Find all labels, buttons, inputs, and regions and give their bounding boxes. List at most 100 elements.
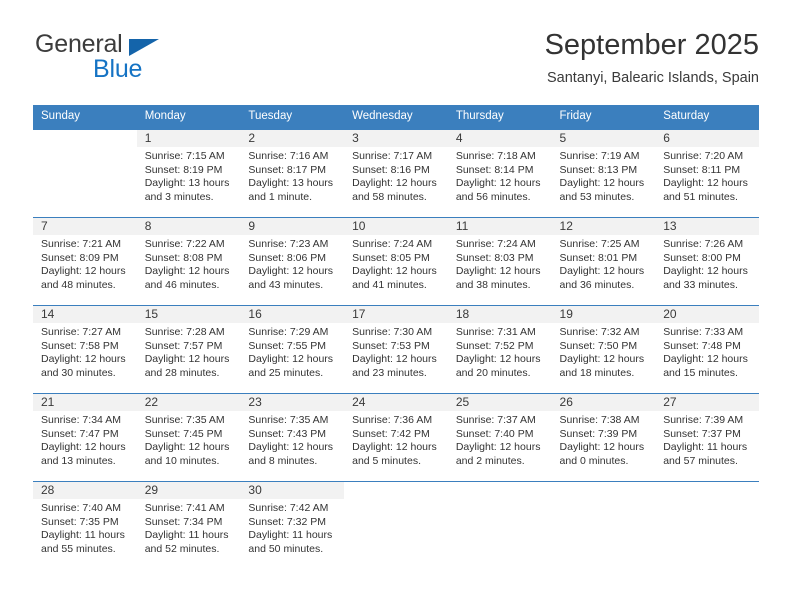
daylight-text-line2: and 5 minutes. [352, 454, 421, 467]
daylight-text-line2: and 0 minutes. [559, 454, 629, 467]
day-number [655, 482, 759, 499]
calendar-day-cell[interactable]: 1 Sunrise: 7:15 AM Sunset: 8:19 PM Daylight… [136, 129, 241, 205]
calendar-day-cell[interactable] [447, 481, 552, 560]
sunset-text: Sunset: 7:34 PM [144, 515, 223, 528]
calendar-day-cell[interactable] [344, 481, 448, 560]
brand-name-blue: Blue [93, 55, 143, 83]
daylight-text-line2: and 48 minutes. [41, 278, 116, 291]
calendar-day-cell[interactable]: 13 Sunrise: 7:26 AM Sunset: 8:00 PM Dayligh… [655, 217, 759, 293]
day-cell-details: Sunrise: 7:39 AM Sunset: 7:37 PM Daylight:… [655, 411, 759, 468]
calendar-day-cell[interactable]: 24 Sunrise: 7:36 AM Sunset: 7:42 PM Dayligh… [344, 393, 448, 469]
sunset-text: Sunset: 7:57 PM [144, 339, 223, 352]
sunset-text: Sunset: 7:45 PM [144, 427, 223, 440]
calendar-day-cell[interactable]: 18 Sunrise: 7:31 AM Sunset: 7:52 PM Dayligh… [447, 305, 552, 381]
calendar-header-row: Sunday Monday Tuesday Wednesday Thursday… [33, 105, 759, 130]
day-cell-details: Sunrise: 7:15 AM Sunset: 8:19 PM Daylight:… [137, 147, 241, 204]
day-cell-content: 24 Sunrise: 7:36 AM Sunset: 7:42 PM Dayligh… [344, 394, 448, 469]
day-cell-content: 23 Sunrise: 7:35 AM Sunset: 7:43 PM Dayligh… [240, 394, 345, 469]
calendar-day-cell[interactable]: 14 Sunrise: 7:27 AM Sunset: 7:58 PM Dayligh… [33, 305, 137, 381]
calendar-day-cell[interactable]: 30 Sunrise: 7:42 AM Sunset: 7:32 PM Dayligh… [240, 481, 345, 560]
day-number: 24 [344, 394, 448, 411]
weekday-header-tuesday: Tuesday [240, 105, 345, 130]
day-number: 16 [240, 306, 345, 323]
daylight-text-line2: and 1 minute. [248, 190, 313, 203]
sunrise-text: Sunrise: 7:41 AM [144, 502, 225, 514]
week-spacer-cell [33, 205, 759, 218]
sunset-text: Sunset: 8:00 PM [663, 251, 741, 264]
day-cell-content: 13 Sunrise: 7:26 AM Sunset: 8:00 PM Dayligh… [655, 218, 759, 293]
daylight-text-line1: Daylight: 12 hours [559, 177, 645, 190]
calendar-day-cell[interactable]: 26 Sunrise: 7:38 AM Sunset: 7:39 PM Dayligh… [551, 393, 656, 469]
day-cell-details: Sunrise: 7:33 AM Sunset: 7:48 PM Daylight:… [655, 323, 759, 380]
calendar-day-cell[interactable]: 25 Sunrise: 7:37 AM Sunset: 7:40 PM Dayligh… [447, 393, 552, 469]
calendar-day-cell[interactable]: 23 Sunrise: 7:35 AM Sunset: 7:43 PM Dayligh… [240, 393, 345, 469]
day-cell-content: 27 Sunrise: 7:39 AM Sunset: 7:37 PM Dayligh… [655, 394, 759, 469]
calendar-day-cell[interactable]: 10 Sunrise: 7:24 AM Sunset: 8:05 PM Dayligh… [344, 217, 448, 293]
calendar-day-cell[interactable]: 19 Sunrise: 7:32 AM Sunset: 7:50 PM Dayligh… [551, 305, 656, 381]
sunset-text: Sunset: 7:32 PM [248, 515, 327, 528]
daylight-text-line2: and 55 minutes. [41, 542, 116, 555]
calendar-day-cell[interactable]: 21 Sunrise: 7:34 AM Sunset: 7:47 PM Dayligh… [33, 393, 137, 469]
brand-logo[interactable]: General Blue [33, 28, 253, 86]
day-cell-details: Sunrise: 7:40 AM Sunset: 7:35 PM Daylight:… [33, 499, 137, 556]
calendar-day-cell[interactable]: 7 Sunrise: 7:21 AM Sunset: 8:09 PM Daylight… [33, 217, 137, 293]
calendar-day-cell[interactable] [655, 481, 759, 560]
day-cell-content: 18 Sunrise: 7:31 AM Sunset: 7:52 PM Dayligh… [447, 306, 552, 381]
daylight-text-line1: Daylight: 12 hours [455, 441, 541, 454]
day-cell-details: Sunrise: 7:25 AM Sunset: 8:01 PM Daylight:… [552, 235, 656, 292]
sunrise-text: Sunrise: 7:18 AM [455, 150, 536, 162]
day-cell-details: Sunrise: 7:23 AM Sunset: 8:06 PM Daylight:… [240, 235, 344, 292]
sunset-text: Sunset: 7:48 PM [663, 339, 741, 352]
sunset-text: Sunset: 8:13 PM [559, 163, 638, 176]
calendar-day-cell[interactable]: 17 Sunrise: 7:30 AM Sunset: 7:53 PM Dayligh… [344, 305, 448, 381]
day-number: 8 [136, 218, 241, 235]
calendar-week-row: 1 Sunrise: 7:15 AM Sunset: 8:19 PM Daylight… [33, 129, 759, 205]
calendar-day-cell[interactable]: 22 Sunrise: 7:35 AM Sunset: 7:45 PM Dayligh… [136, 393, 241, 469]
day-cell-details: Sunrise: 7:35 AM Sunset: 7:43 PM Daylight:… [240, 411, 344, 468]
weekday-header-row: Sunday Monday Tuesday Wednesday Thursday… [33, 105, 759, 130]
sunset-text: Sunset: 7:53 PM [352, 339, 430, 352]
day-cell-content: 9 Sunrise: 7:23 AM Sunset: 8:06 PM Daylight… [240, 218, 345, 293]
daylight-text-line1: Daylight: 12 hours [559, 441, 645, 454]
calendar-day-cell[interactable]: 4 Sunrise: 7:18 AM Sunset: 8:14 PM Daylight… [447, 129, 552, 205]
calendar-day-cell[interactable]: 6 Sunrise: 7:20 AM Sunset: 8:11 PM Daylight… [655, 129, 759, 205]
day-number: 2 [240, 130, 345, 147]
calendar-day-cell[interactable] [33, 129, 137, 205]
sunrise-text: Sunrise: 7:24 AM [455, 238, 536, 250]
day-number [33, 130, 137, 147]
daylight-text-line1: Daylight: 12 hours [41, 441, 126, 454]
daylight-text-line1: Daylight: 12 hours [663, 265, 748, 278]
daylight-text-line1: Daylight: 12 hours [455, 353, 541, 366]
calendar-day-cell[interactable]: 20 Sunrise: 7:33 AM Sunset: 7:48 PM Dayligh… [655, 305, 759, 381]
calendar-day-cell[interactable] [551, 481, 656, 560]
page-header: General Blue September 2025 Santanyi, Ba… [33, 28, 759, 98]
day-cell-empty [33, 130, 137, 205]
calendar-day-cell[interactable]: 16 Sunrise: 7:29 AM Sunset: 7:55 PM Dayligh… [240, 305, 345, 381]
calendar-day-cell[interactable]: 29 Sunrise: 7:41 AM Sunset: 7:34 PM Dayligh… [136, 481, 241, 560]
day-cell-details: Sunrise: 7:42 AM Sunset: 7:32 PM Daylight:… [240, 499, 344, 556]
calendar-day-cell[interactable]: 27 Sunrise: 7:39 AM Sunset: 7:37 PM Dayligh… [655, 393, 759, 469]
sunset-text: Sunset: 8:17 PM [248, 163, 327, 176]
calendar-day-cell[interactable]: 12 Sunrise: 7:25 AM Sunset: 8:01 PM Dayligh… [551, 217, 656, 293]
day-number: 26 [551, 394, 656, 411]
calendar-day-cell[interactable]: 2 Sunrise: 7:16 AM Sunset: 8:17 PM Daylight… [240, 129, 345, 205]
day-cell-details: Sunrise: 7:21 AM Sunset: 8:09 PM Daylight:… [33, 235, 137, 292]
calendar-day-cell[interactable]: 15 Sunrise: 7:28 AM Sunset: 7:57 PM Dayligh… [136, 305, 241, 381]
daylight-text-line1: Daylight: 12 hours [144, 353, 230, 366]
day-cell-content: 1 Sunrise: 7:15 AM Sunset: 8:19 PM Daylight… [136, 130, 241, 205]
day-cell-empty [448, 482, 552, 560]
day-number: 23 [240, 394, 345, 411]
daylight-text-line2: and 52 minutes. [144, 542, 220, 555]
calendar-day-cell[interactable]: 3 Sunrise: 7:17 AM Sunset: 8:16 PM Daylight… [344, 129, 448, 205]
calendar-day-cell[interactable]: 9 Sunrise: 7:23 AM Sunset: 8:06 PM Daylight… [240, 217, 345, 293]
day-cell-content: 20 Sunrise: 7:33 AM Sunset: 7:48 PM Dayligh… [655, 306, 759, 381]
daylight-text-line1: Daylight: 12 hours [248, 265, 334, 278]
day-number: 4 [447, 130, 552, 147]
day-cell-content: 26 Sunrise: 7:38 AM Sunset: 7:39 PM Dayligh… [551, 394, 656, 469]
calendar-day-cell[interactable]: 11 Sunrise: 7:24 AM Sunset: 8:03 PM Dayligh… [447, 217, 552, 293]
daylight-text-line2: and 38 minutes. [455, 278, 531, 291]
page-title: September 2025 [544, 29, 759, 61]
calendar-day-cell[interactable]: 8 Sunrise: 7:22 AM Sunset: 8:08 PM Daylight… [136, 217, 241, 293]
calendar-day-cell[interactable]: 5 Sunrise: 7:19 AM Sunset: 8:13 PM Daylight… [551, 129, 656, 205]
calendar-day-cell[interactable]: 28 Sunrise: 7:40 AM Sunset: 7:35 PM Dayligh… [33, 481, 137, 560]
